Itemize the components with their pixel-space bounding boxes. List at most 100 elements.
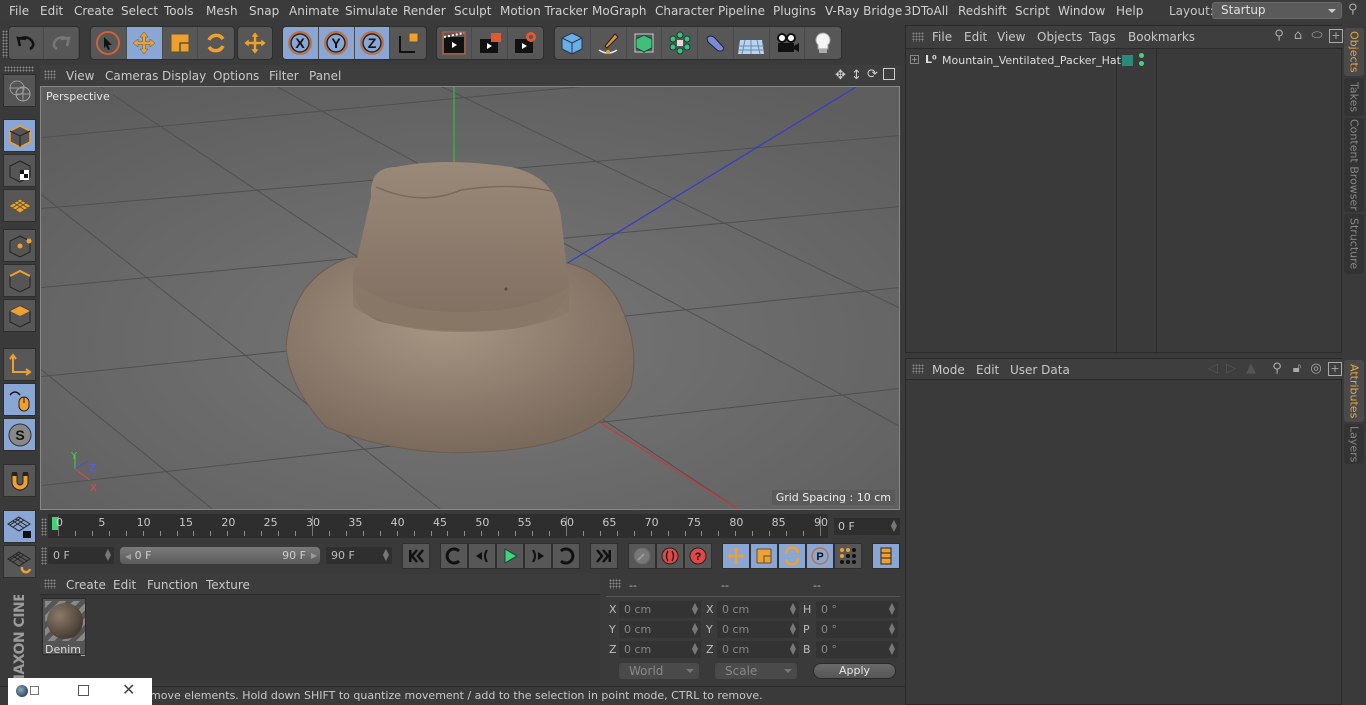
menu-edit[interactable]: Edit <box>40 4 63 18</box>
material-menu-edit[interactable]: Edit <box>113 578 136 592</box>
menu-window[interactable]: Window <box>1058 4 1105 18</box>
workplane-mode-button[interactable] <box>3 189 36 222</box>
menu-select[interactable]: Select <box>121 4 158 18</box>
subdivision-surface-button[interactable] <box>627 27 663 59</box>
attribute-menu-edit[interactable]: Edit <box>976 363 999 377</box>
object-menu-file[interactable]: File <box>932 30 952 44</box>
cloner-button[interactable] <box>662 27 698 59</box>
viewport-menu-panel[interactable]: Panel <box>309 69 341 83</box>
coordinate-mode-select[interactable]: World <box>619 663 699 679</box>
material-item[interactable]: Denim_r <box>42 598 86 656</box>
camera-button[interactable] <box>770 27 806 59</box>
tab-content-browser[interactable]: Content Browser <box>1344 118 1364 212</box>
start-frame-field[interactable]: 0 F ▲ ▼ <box>48 547 114 564</box>
enable-axis-button[interactable] <box>3 348 36 381</box>
redo-button[interactable] <box>44 27 79 59</box>
back-arrow-icon[interactable]: ◁ <box>1206 362 1220 376</box>
key-pla-button[interactable] <box>834 543 862 569</box>
chevron-left-icon[interactable]: ◀ <box>125 552 131 561</box>
menu-file[interactable]: File <box>9 4 29 18</box>
undo-button[interactable] <box>9 27 44 59</box>
viewport-menu-options[interactable]: Options <box>213 69 259 83</box>
current-frame-field[interactable]: 0 F ▲ ▼ <box>834 518 900 535</box>
object-row[interactable]: + L⁰ Mountain_Ventilated_Packer_Hat <box>906 50 1343 72</box>
z-axis-lock-button[interactable]: Z <box>354 27 391 59</box>
material-tag-icon[interactable] <box>1122 55 1133 66</box>
pos-z-field[interactable]: 0 cm ▲ ▼ <box>619 641 701 658</box>
menu-redshift[interactable]: Redshift <box>958 4 1007 18</box>
menu-3dtoall[interactable]: 3DToAll <box>904 4 948 18</box>
viewport-menu-filter[interactable]: Filter <box>269 69 299 83</box>
timeline-grip[interactable] <box>41 518 47 536</box>
locked-workplane-button[interactable] <box>3 510 36 543</box>
object-name[interactable]: Mountain_Ventilated_Packer_Hat <box>942 54 1121 67</box>
object-menu-bookmarks[interactable]: Bookmarks <box>1128 30 1195 44</box>
key-scale-button[interactable] <box>750 543 778 569</box>
planar-workplane-button[interactable] <box>3 545 36 578</box>
menu-pipeline[interactable]: Pipeline <box>718 4 765 18</box>
texture-mode-button[interactable] <box>3 154 36 187</box>
search-icon[interactable]: ⚲ <box>1272 29 1286 43</box>
rotate-view-icon[interactable]: ⟳ <box>867 67 878 82</box>
key-rotation-button[interactable] <box>778 543 806 569</box>
rot-b-field[interactable]: 0 ° ▲ ▼ <box>816 641 898 658</box>
pos-x-field[interactable]: 0 cm ▲ ▼ <box>619 601 701 618</box>
pos-y-field[interactable]: 0 cm ▲ ▼ <box>619 621 701 638</box>
go-to-end-button[interactable] <box>590 543 618 569</box>
next-frame-button[interactable] <box>524 543 552 569</box>
frame-range-slider[interactable]: ◀ 0 F 90 F ▶ <box>120 547 320 564</box>
lock-icon[interactable]: 🔓︎ <box>1290 362 1304 376</box>
size-mode-select[interactable]: Scale <box>715 663 797 679</box>
snap-button[interactable] <box>3 464 36 497</box>
menu-create[interactable]: Create <box>74 4 114 18</box>
target-icon[interactable]: ◎ <box>1309 362 1323 376</box>
layout-select[interactable]: Startup <box>1212 2 1342 19</box>
viewport-menu-view[interactable]: View <box>66 69 94 83</box>
menu-character[interactable]: Character <box>655 4 714 18</box>
tab-objects[interactable]: Objects <box>1344 28 1364 76</box>
material-menu-texture[interactable]: Texture <box>206 578 250 592</box>
tab-structure[interactable]: Structure <box>1344 214 1364 274</box>
menu-simulate[interactable]: Simulate <box>345 4 398 18</box>
menu-script[interactable]: Script <box>1015 4 1050 18</box>
menu-mograph[interactable]: MoGraph <box>592 4 647 18</box>
record-keys-button[interactable] <box>628 543 656 569</box>
transport-grip[interactable] <box>41 547 47 565</box>
size-z-field[interactable]: 0 cm ▲ ▼ <box>717 641 799 658</box>
chevron-right-icon[interactable]: ▶ <box>311 547 317 564</box>
object-menu-objects[interactable]: Objects <box>1037 30 1082 44</box>
rot-h-field[interactable]: 0 ° ▲ ▼ <box>816 601 898 618</box>
render-to-picture-viewer-button[interactable] <box>472 27 508 59</box>
menu-motion-tracker[interactable]: Motion Tracker <box>500 4 588 18</box>
up-arrow-icon[interactable]: ▲ <box>1244 362 1258 376</box>
menu-snap[interactable]: Snap <box>249 4 279 18</box>
deformer-button[interactable] <box>698 27 734 59</box>
object-menu-edit[interactable]: Edit <box>964 30 987 44</box>
floor-button[interactable] <box>734 27 770 59</box>
object-menu-view[interactable]: View <box>997 30 1025 44</box>
spinner-icon[interactable]: ▲ ▼ <box>105 548 111 562</box>
menu-sculpt[interactable]: Sculpt <box>454 4 491 18</box>
snap-settings-button[interactable]: S <box>3 418 36 451</box>
menu-vray-bridge[interactable]: V-Ray Bridge <box>825 4 902 18</box>
material-menu-create[interactable]: Create <box>66 578 106 592</box>
coordinate-system-button[interactable] <box>390 27 426 59</box>
live-selection-button[interactable] <box>91 27 127 59</box>
size-y-field[interactable]: 0 cm ▲ ▼ <box>717 621 799 638</box>
scale-tool-button[interactable] <box>163 27 199 59</box>
attribute-menu-mode[interactable]: Mode <box>932 363 965 377</box>
edges-mode-button[interactable] <box>3 264 36 297</box>
move-tool-button[interactable] <box>126 27 163 59</box>
restore-icon[interactable] <box>30 686 39 695</box>
render-view-button[interactable] <box>437 27 473 59</box>
material-grip[interactable] <box>44 579 56 589</box>
tab-layers[interactable]: Layers <box>1344 424 1364 464</box>
size-x-field[interactable]: 0 cm ▲ ▼ <box>717 601 799 618</box>
key-position-button[interactable] <box>722 543 750 569</box>
editor-visibility-dot[interactable] <box>1139 53 1144 58</box>
points-mode-button[interactable] <box>3 229 36 262</box>
home-icon[interactable]: ⌂ <box>1291 29 1305 43</box>
menu-plugins[interactable]: Plugins <box>773 4 816 18</box>
autokeying-button[interactable] <box>656 543 684 569</box>
rot-p-field[interactable]: 0 ° ▲ ▼ <box>816 621 898 638</box>
